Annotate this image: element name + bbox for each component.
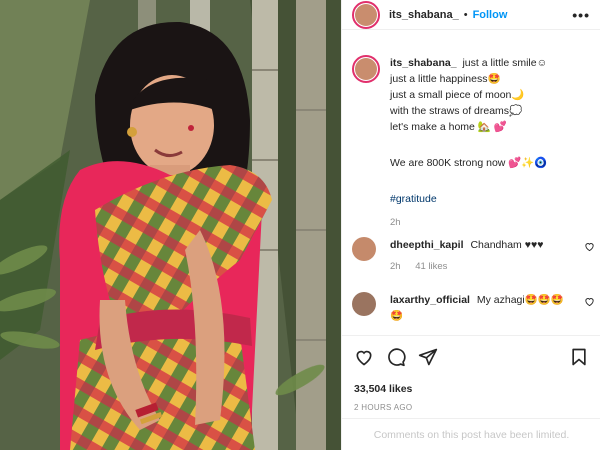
commenter-username[interactable]: laxarthy_official [390,294,470,306]
comment-like-icon[interactable] [584,296,595,307]
save-bookmark-icon[interactable] [569,347,589,367]
comment-text: My azhagi🤩🤩🤩 [476,294,564,306]
commenter-username[interactable]: dheepthi_kapil [390,239,464,251]
caption-username[interactable]: its_shabana_ [390,57,457,69]
comment-item: laxarthy_official My azhagi🤩🤩🤩 🤩 [352,292,597,324]
caption-line: just a little smile☺ [462,57,548,69]
comment-like-icon[interactable] [584,241,595,252]
caption-line: with the straws of dreams💭 [390,105,523,117]
post-header: its_shabana_ • Follow ••• [342,0,600,30]
caption-line: let's make a home 🏡 💕 [390,121,507,133]
post-photo-illustration [0,0,341,450]
post-side-panel: its_shabana_ • Follow ••• its_shabana_ j… [341,0,600,450]
header-separator: • [463,8,468,21]
author-username[interactable]: its_shabana_ [389,9,459,21]
likes-count[interactable]: 33,504 likes [354,383,589,395]
post-photo[interactable] [0,0,341,450]
author-avatar[interactable] [352,0,380,29]
comment-bubble-icon[interactable] [386,347,406,367]
comment-text: Chandham ♥♥♥ [470,239,544,251]
caption-timestamp: 2h [390,217,401,228]
instagram-post: its_shabana_ • Follow ••• its_shabana_ j… [0,0,600,450]
comment-text-continued: 🤩 [390,310,404,322]
comment-likes[interactable]: 41 likes [415,261,447,272]
share-paper-plane-icon[interactable] [418,347,438,367]
follow-button[interactable]: Follow [473,9,508,21]
caption-avatar[interactable] [352,55,380,83]
hashtag-link[interactable]: #gratitude [390,191,548,207]
caption-line: We are 800K strong now 💕✨🧿 [390,157,548,169]
comment-item: dheepthi_kapil Chandham ♥♥♥ 2h 41 likes [352,237,597,275]
like-heart-icon[interactable] [354,347,374,367]
post-age: 2 HOURS AGO [354,403,413,412]
commenter-avatar[interactable] [352,292,376,316]
post-caption: its_shabana_ just a little smile☺ just a… [352,55,592,231]
post-actions: 33,504 likes 2 HOURS AGO [342,335,600,412]
more-horizontal-icon[interactable]: ••• [572,7,590,23]
action-bar [354,346,589,368]
comment-timestamp: 2h [390,261,401,272]
comments-limited-notice: Comments on this post have been limited. [342,418,600,450]
commenter-avatar[interactable] [352,237,376,261]
caption-line: just a small piece of moon🌙 [390,89,525,101]
comment-body: dheepthi_kapil Chandham ♥♥♥ 2h 41 likes [390,237,580,275]
caption-body: its_shabana_ just a little smile☺ just a… [390,55,548,231]
caption-line: just a little happiness🤩 [390,73,501,85]
comment-body: laxarthy_official My azhagi🤩🤩🤩 🤩 [390,292,580,324]
